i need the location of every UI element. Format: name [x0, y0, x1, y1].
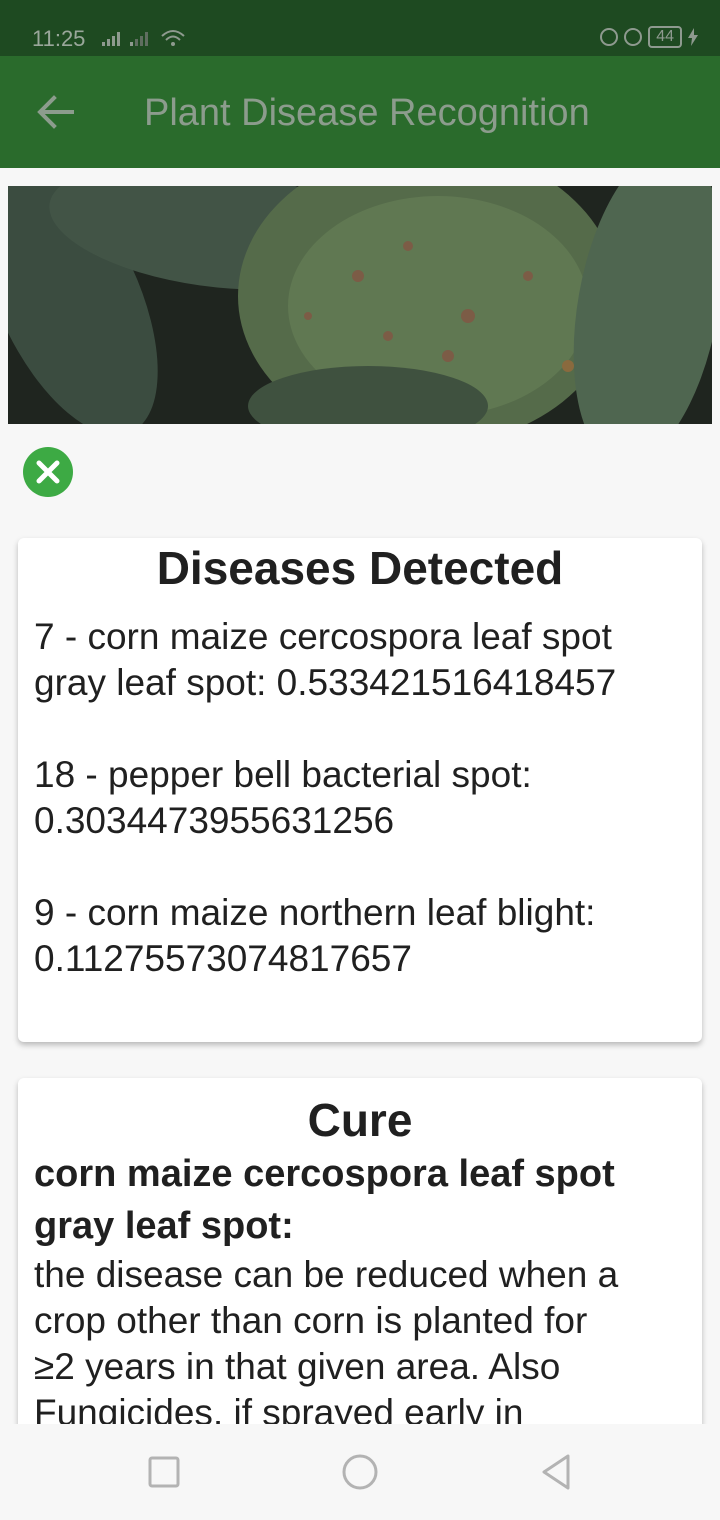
cure-text-line: the disease can be reduced when a	[34, 1254, 619, 1295]
result-line: 0.3034473955631256	[34, 800, 395, 841]
result-line: 9 - corn maize northern leaf blight:	[34, 892, 596, 933]
result-item: 9 - corn maize northern leaf blight: 0.1…	[34, 890, 686, 982]
back-triangle-icon[interactable]	[536, 1452, 576, 1492]
cure-title: Cure	[307, 1094, 413, 1146]
result-item: 18 - pepper bell bacterial spot: 0.30344…	[34, 752, 686, 844]
status-bar: 11:25 44	[0, 0, 720, 56]
cure-disease-heading: gray leaf spot:	[34, 1205, 294, 1247]
alarm-icon	[624, 28, 643, 46]
charging-icon	[688, 28, 698, 46]
back-arrow-icon[interactable]	[28, 84, 84, 140]
battery-indicator: 44	[648, 26, 682, 48]
diseases-title: Diseases Detected	[156, 542, 564, 594]
close-icon	[36, 460, 60, 484]
cure-text-line: Fungicides, if sprayed early in	[34, 1392, 524, 1424]
result-line: 0.11275573074817657	[34, 938, 412, 979]
signal-2-icon	[130, 32, 148, 46]
cure-text-line: ≥2 years in that given area. Also	[34, 1346, 561, 1387]
cure-card: Cure corn maize cercospora leaf spot gra…	[18, 1078, 702, 1424]
result-line: 7 - corn maize cercospora leaf spot	[34, 616, 612, 657]
wifi-icon	[161, 30, 185, 46]
recents-icon[interactable]	[144, 1452, 184, 1492]
status-icons: 44	[600, 26, 698, 48]
diseases-card: Diseases Detected 7 - corn maize cercosp…	[18, 538, 702, 1042]
status-time: 11:25	[32, 26, 86, 51]
results-sheet: Diseases Detected 7 - corn maize cercosp…	[0, 424, 720, 1424]
page-title: Plant Disease Recognition	[144, 92, 590, 134]
home-icon[interactable]	[340, 1452, 380, 1492]
system-nav-bar	[0, 1424, 720, 1520]
cure-text-line: crop other than corn is planted for	[34, 1300, 588, 1341]
result-item: 7 - corn maize cercospora leaf spot gray…	[34, 614, 686, 706]
app-bar: Plant Disease Recognition	[0, 56, 720, 168]
leaf-photo	[8, 186, 712, 424]
lock-icon	[600, 28, 619, 46]
cure-disease-heading: corn maize cercospora leaf spot	[34, 1153, 615, 1195]
result-line: 18 - pepper bell bacterial spot:	[34, 754, 532, 795]
close-button[interactable]	[23, 447, 73, 497]
result-line: gray leaf spot: 0.533421516418457	[34, 662, 617, 703]
signal-icon	[102, 32, 120, 46]
screen: 11:25 44 Plant Disease Recognition Disea…	[0, 0, 720, 1520]
